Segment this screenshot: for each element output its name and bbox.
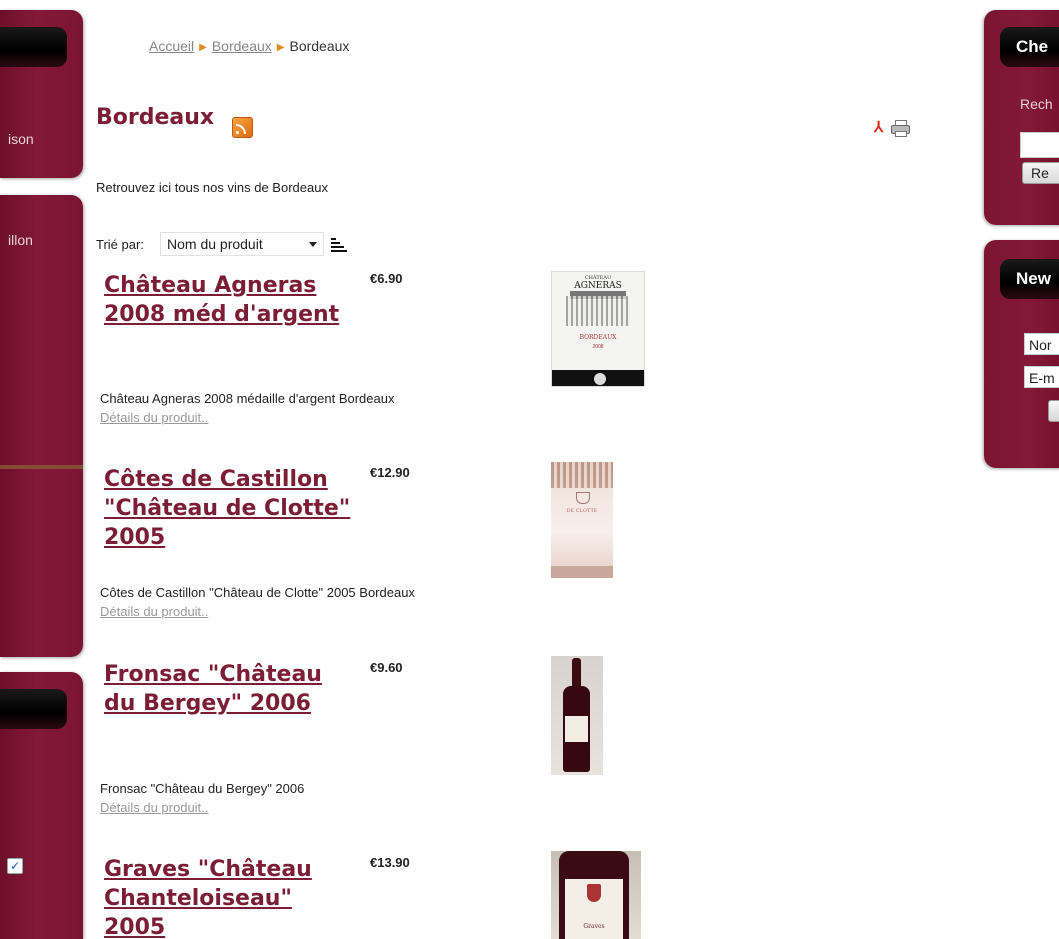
product-item: Château Agneras 2008 méd d'argent €6.90 … — [0, 271, 700, 431]
product-image[interactable]: CHÂTEAU AGNERAS BORDEAUX 2008 — [551, 271, 645, 387]
breadcrumb-link-home[interactable]: Accueil — [149, 38, 194, 54]
breadcrumb-current: Bordeaux — [289, 38, 350, 54]
product-item: Graves "Château Chanteloiseau" 2005 €13.… — [0, 851, 700, 939]
label-text: DE CLOTTE — [566, 508, 598, 514]
product-name-link[interactable]: Graves "Château Chanteloiseau" 2005 — [104, 855, 354, 939]
product-description: Côtes de Castillon "Château de Clotte" 2… — [100, 585, 415, 600]
rss-icon[interactable] — [232, 117, 253, 138]
search-panel: Che Rech Re — [984, 10, 1059, 225]
product-item: Côtes de Castillon "Château de Clotte" 2… — [0, 462, 700, 625]
pdf-icon[interactable]: ⅄ — [874, 120, 888, 135]
product-details-link[interactable]: Détails du produit.. — [100, 410, 208, 425]
breadcrumb: Accueil ▶ Bordeaux ▶ Bordeaux — [149, 38, 349, 54]
newsletter-name-field[interactable]: Nor — [1024, 333, 1059, 355]
newsletter-panel: New Nor E-m — [984, 240, 1059, 468]
label-text: Graves — [583, 923, 605, 930]
sort-direction-icon[interactable] — [331, 236, 347, 252]
left-menu-item[interactable]: illon — [8, 232, 33, 248]
newsletter-submit-button[interactable] — [1048, 400, 1059, 422]
breadcrumb-link-bordeaux[interactable]: Bordeaux — [212, 38, 272, 54]
product-details-link[interactable]: Détails du produit.. — [100, 800, 208, 815]
breadcrumb-separator-icon: ▶ — [199, 42, 207, 53]
product-image[interactable]: DE CLOTTE — [551, 462, 613, 578]
left-sidebar-panel: ison — [0, 10, 83, 178]
product-name-link[interactable]: Côtes de Castillon "Château de Clotte" 2… — [104, 465, 354, 552]
page-title: Bordeaux — [96, 105, 215, 130]
product-description: Fronsac "Château du Bergey" 2006 — [100, 781, 305, 796]
search-button[interactable]: Re — [1022, 162, 1059, 184]
search-input[interactable] — [1020, 132, 1059, 158]
search-label: Rech — [1020, 96, 1053, 112]
product-description: Château Agneras 2008 médaille d'argent B… — [100, 391, 395, 406]
product-item: Fronsac "Château du Bergey" 2006 €9.60 F… — [0, 656, 700, 820]
newsletter-panel-title: New — [1000, 259, 1059, 299]
product-price: €13.90 — [370, 855, 410, 870]
label-text: BORDEAUX — [579, 334, 617, 341]
product-image[interactable]: Graves — [551, 851, 641, 939]
chevron-down-icon — [309, 242, 317, 247]
left-panel-header — [0, 27, 67, 67]
category-description: Retrouvez ici tous nos vins de Bordeaux — [96, 180, 328, 195]
product-price: €6.90 — [370, 271, 403, 286]
label-text: AGNERAS — [574, 281, 622, 291]
sort-select[interactable]: Nom du produit — [160, 232, 324, 256]
label-text: 2008 — [592, 344, 604, 350]
newsletter-email-field[interactable]: E-m — [1024, 366, 1059, 388]
product-name-link[interactable]: Château Agneras 2008 méd d'argent — [104, 271, 354, 329]
search-panel-title: Che — [1000, 27, 1059, 67]
print-icon[interactable] — [891, 120, 910, 137]
page: ison illon ✓ Che Rech Re New Nor E-m Acc… — [0, 0, 1059, 939]
breadcrumb-separator-icon: ▶ — [276, 42, 285, 53]
sort-select-value: Nom du produit — [167, 236, 263, 252]
sort-label: Trié par: — [96, 237, 144, 252]
product-image[interactable] — [551, 656, 603, 775]
left-menu-item[interactable]: ison — [8, 131, 34, 147]
product-price: €12.90 — [370, 465, 410, 480]
product-name-link[interactable]: Fronsac "Château du Bergey" 2006 — [104, 660, 354, 718]
product-details-link[interactable]: Détails du produit.. — [100, 604, 208, 619]
product-price: €9.60 — [370, 660, 403, 675]
